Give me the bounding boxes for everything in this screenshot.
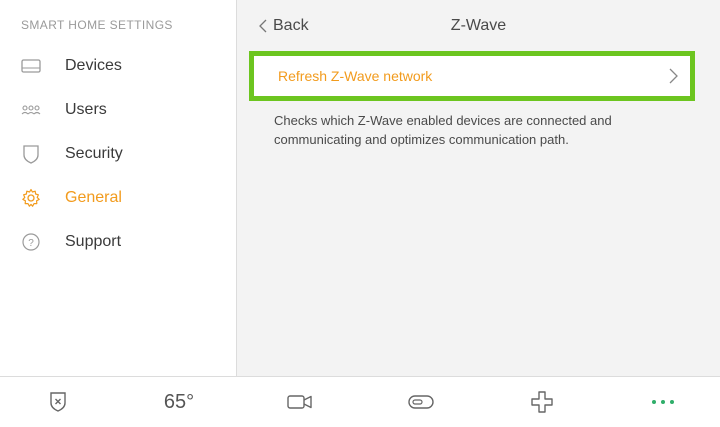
sidebar-heading: SMART HOME SETTINGS [21, 18, 173, 32]
gear-icon [20, 187, 42, 209]
sidebar-item-support[interactable]: ? Support [0, 222, 236, 262]
sidebar-item-label: General [65, 189, 122, 206]
sidebar-item-security[interactable]: Security [0, 134, 236, 174]
security-shield-icon [50, 392, 66, 412]
sidebar-item-label: Users [65, 101, 107, 118]
sidebar-item-label: Security [65, 145, 123, 162]
add-tab[interactable] [502, 377, 582, 427]
more-tab[interactable] [623, 377, 703, 427]
users-icon [20, 99, 42, 121]
refresh-row-highlight: Refresh Z-Wave network [249, 51, 695, 101]
camera-icon [287, 395, 312, 409]
sidebar-item-label: Support [65, 233, 122, 250]
question-icon: ? [20, 231, 42, 253]
sidebar-item-general[interactable]: General [0, 178, 236, 218]
main-panel: Back Z-Wave Refresh Z-Wave network Check… [237, 0, 720, 376]
refresh-zwave-network-row[interactable]: Refresh Z-Wave network [258, 60, 686, 92]
plus-icon [531, 391, 553, 413]
refresh-zwave-network-label: Refresh Z-Wave network [278, 68, 433, 84]
shield-icon [20, 143, 42, 165]
sidebar-item-label: Devices [65, 57, 122, 74]
security-tab[interactable] [18, 377, 98, 427]
sidebar: SMART HOME SETTINGS Devices Users Securi… [0, 0, 237, 376]
devices-icon [20, 55, 42, 77]
camera-tab[interactable] [260, 377, 340, 427]
refresh-description: Checks which Z-Wave enabled devices are … [274, 113, 612, 147]
toggle-icon [408, 395, 434, 409]
switch-tab[interactable] [381, 377, 461, 427]
page-title: Z-Wave [450, 17, 507, 34]
sidebar-item-devices[interactable]: Devices [0, 46, 236, 86]
bottom-bar: 65° [0, 376, 720, 427]
svg-text:?: ? [28, 238, 34, 249]
thermostat-tab[interactable]: 65° [139, 377, 219, 427]
more-icon [652, 400, 674, 404]
chevron-right-icon [668, 68, 678, 89]
sidebar-item-users[interactable]: Users [0, 90, 236, 130]
